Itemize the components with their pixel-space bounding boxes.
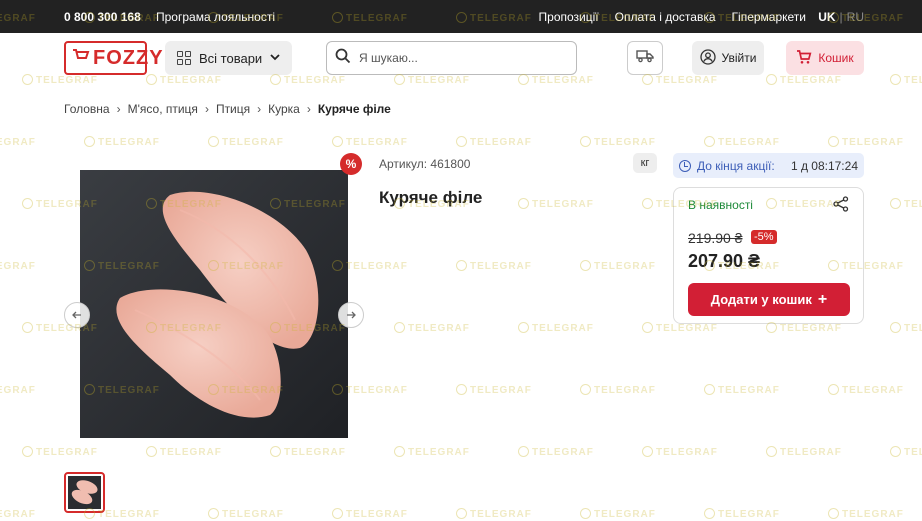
- product-image: [80, 170, 348, 438]
- watermark-text: TELEGRAF: [456, 260, 532, 272]
- watermark-text: TELEGRAF: [0, 385, 36, 396]
- payment-delivery-link[interactable]: Оплата і доставка: [615, 10, 716, 24]
- watermark-text: TELEGRAF: [580, 136, 656, 148]
- discount-badge: -5%: [751, 230, 777, 244]
- hotline-phone[interactable]: 0 800 300 168: [64, 10, 141, 24]
- thumbnail-image: [68, 476, 101, 509]
- lang-ru[interactable]: RU: [847, 10, 864, 24]
- breadcrumb-meat-poultry[interactable]: М'ясо, птиця: [128, 102, 198, 116]
- fozzy-logo[interactable]: FOZZY: [64, 41, 163, 75]
- watermark-text: TELEGRAF: [518, 322, 594, 334]
- breadcrumb: Головна › М'ясо, птиця › Птиця › Курка ›…: [64, 102, 391, 116]
- cart-icon: [796, 49, 812, 68]
- top-bar: 0 800 300 168 Програма лояльності Пропоз…: [0, 0, 922, 33]
- all-goods-label: Всі товари: [199, 50, 263, 66]
- price-box: В наявності 219.90 ₴ -5% 207.90 ₴ Додати…: [673, 187, 864, 324]
- unit-badge: кг: [633, 153, 657, 173]
- breadcrumb-chicken[interactable]: Курка: [268, 102, 300, 116]
- cart-button[interactable]: Кошик: [786, 41, 864, 75]
- language-switcher: UK | RU: [818, 10, 864, 24]
- breadcrumb-current: Куряче філе: [317, 102, 391, 116]
- chevron-right-icon: ›: [306, 102, 311, 116]
- logo-text: FOZZY: [93, 46, 164, 69]
- watermark-text: TELEGRAF: [704, 136, 780, 148]
- gallery-prev-button[interactable]: [64, 302, 90, 328]
- watermark-text: TELEGRAF: [208, 508, 284, 520]
- gallery-thumbnail[interactable]: [64, 472, 105, 513]
- chevron-right-icon: ›: [204, 102, 209, 116]
- watermark-text: TELEGRAF: [580, 508, 656, 520]
- top-links: Пропозиції Оплата і доставка Гіпермаркет…: [539, 10, 806, 24]
- chevron-right-icon: ›: [116, 102, 121, 116]
- search-icon[interactable]: [335, 48, 351, 69]
- share-icon[interactable]: [833, 196, 849, 212]
- main-header: FOZZY Всі товари Увійти Кошик: [0, 33, 922, 85]
- watermark-text: TELEGRAF: [394, 446, 470, 458]
- product-gallery: [64, 150, 364, 450]
- watermark-text: TELEGRAF: [332, 136, 408, 148]
- watermark-text: TELEGRAF: [0, 509, 36, 520]
- watermark-text: TELEGRAF: [208, 136, 284, 148]
- add-to-cart-label: Додати у кошик: [710, 292, 812, 307]
- watermark-text: TELEGRAF: [0, 137, 36, 148]
- timer-value: 1 д 08:17:24: [790, 158, 858, 173]
- current-price: 207.90 ₴: [688, 251, 761, 271]
- logo-cart-icon: [72, 47, 90, 70]
- watermark-text: TELEGRAF: [332, 508, 408, 520]
- watermark-text: TELEGRAF: [890, 322, 922, 334]
- offers-link[interactable]: Пропозиції: [539, 10, 599, 24]
- all-goods-button[interactable]: Всі товари: [165, 41, 292, 75]
- breadcrumb-home[interactable]: Головна: [64, 102, 110, 116]
- product-sku: Артикул: 461800: [379, 157, 471, 171]
- breadcrumb-poultry[interactable]: Птиця: [216, 102, 250, 116]
- add-to-cart-button[interactable]: Додати у кошик +: [688, 283, 850, 316]
- loyalty-program-link[interactable]: Програма лояльності: [156, 10, 275, 24]
- watermark-text: TELEGRAF: [828, 136, 904, 148]
- watermark-text: TELEGRAF: [828, 508, 904, 520]
- watermark-text: TELEGRAF: [704, 508, 780, 520]
- watermark-text: TELEGRAF: [394, 322, 470, 334]
- watermark-text: TELEGRAF: [890, 446, 922, 458]
- truck-icon: [636, 49, 654, 68]
- watermark-text: TELEGRAF: [518, 446, 594, 458]
- watermark-text: TELEGRAF: [518, 198, 594, 210]
- watermark-text: TELEGRAF: [456, 136, 532, 148]
- availability-status: В наявності: [688, 198, 753, 212]
- watermark-text: TELEGRAF: [0, 261, 36, 272]
- old-price: 219.90 ₴: [688, 230, 743, 246]
- lang-separator: |: [839, 10, 843, 24]
- search-input[interactable]: [359, 51, 559, 65]
- product-title: Куряче філе: [379, 188, 483, 207]
- catalog-grid-icon: [177, 51, 191, 65]
- chevron-down-icon: [270, 52, 280, 64]
- timer-label: До кінця акції:: [697, 158, 775, 173]
- watermark-text: TELEGRAF: [828, 384, 904, 396]
- search-box: [326, 41, 577, 75]
- hypermarkets-link[interactable]: Гіпермаркети: [732, 10, 806, 24]
- plus-icon: +: [817, 290, 828, 308]
- watermark-text: TELEGRAF: [642, 446, 718, 458]
- chevron-right-icon: ›: [257, 102, 262, 116]
- login-label: Увійти: [721, 51, 757, 65]
- watermark-text: TELEGRAF: [456, 384, 532, 396]
- clock-icon: [679, 159, 691, 172]
- watermark-text: TELEGRAF: [580, 260, 656, 272]
- cart-label: Кошик: [818, 51, 854, 65]
- gallery-next-button[interactable]: [338, 302, 364, 328]
- login-button[interactable]: Увійти: [692, 41, 764, 75]
- delivery-button[interactable]: [627, 41, 663, 75]
- watermark-text: TELEGRAF: [890, 198, 922, 210]
- watermark-text: TELEGRAF: [580, 384, 656, 396]
- watermark-text: TELEGRAF: [84, 136, 160, 148]
- promo-timer: До кінця акції: 1 д 08:17:24: [673, 153, 864, 178]
- watermark-text: TELEGRAF: [704, 384, 780, 396]
- watermark-text: TELEGRAF: [456, 508, 532, 520]
- watermark-text: TELEGRAF: [766, 446, 842, 458]
- user-icon: [699, 48, 716, 68]
- promo-badge: %: [340, 153, 362, 175]
- lang-uk[interactable]: UK: [818, 10, 835, 24]
